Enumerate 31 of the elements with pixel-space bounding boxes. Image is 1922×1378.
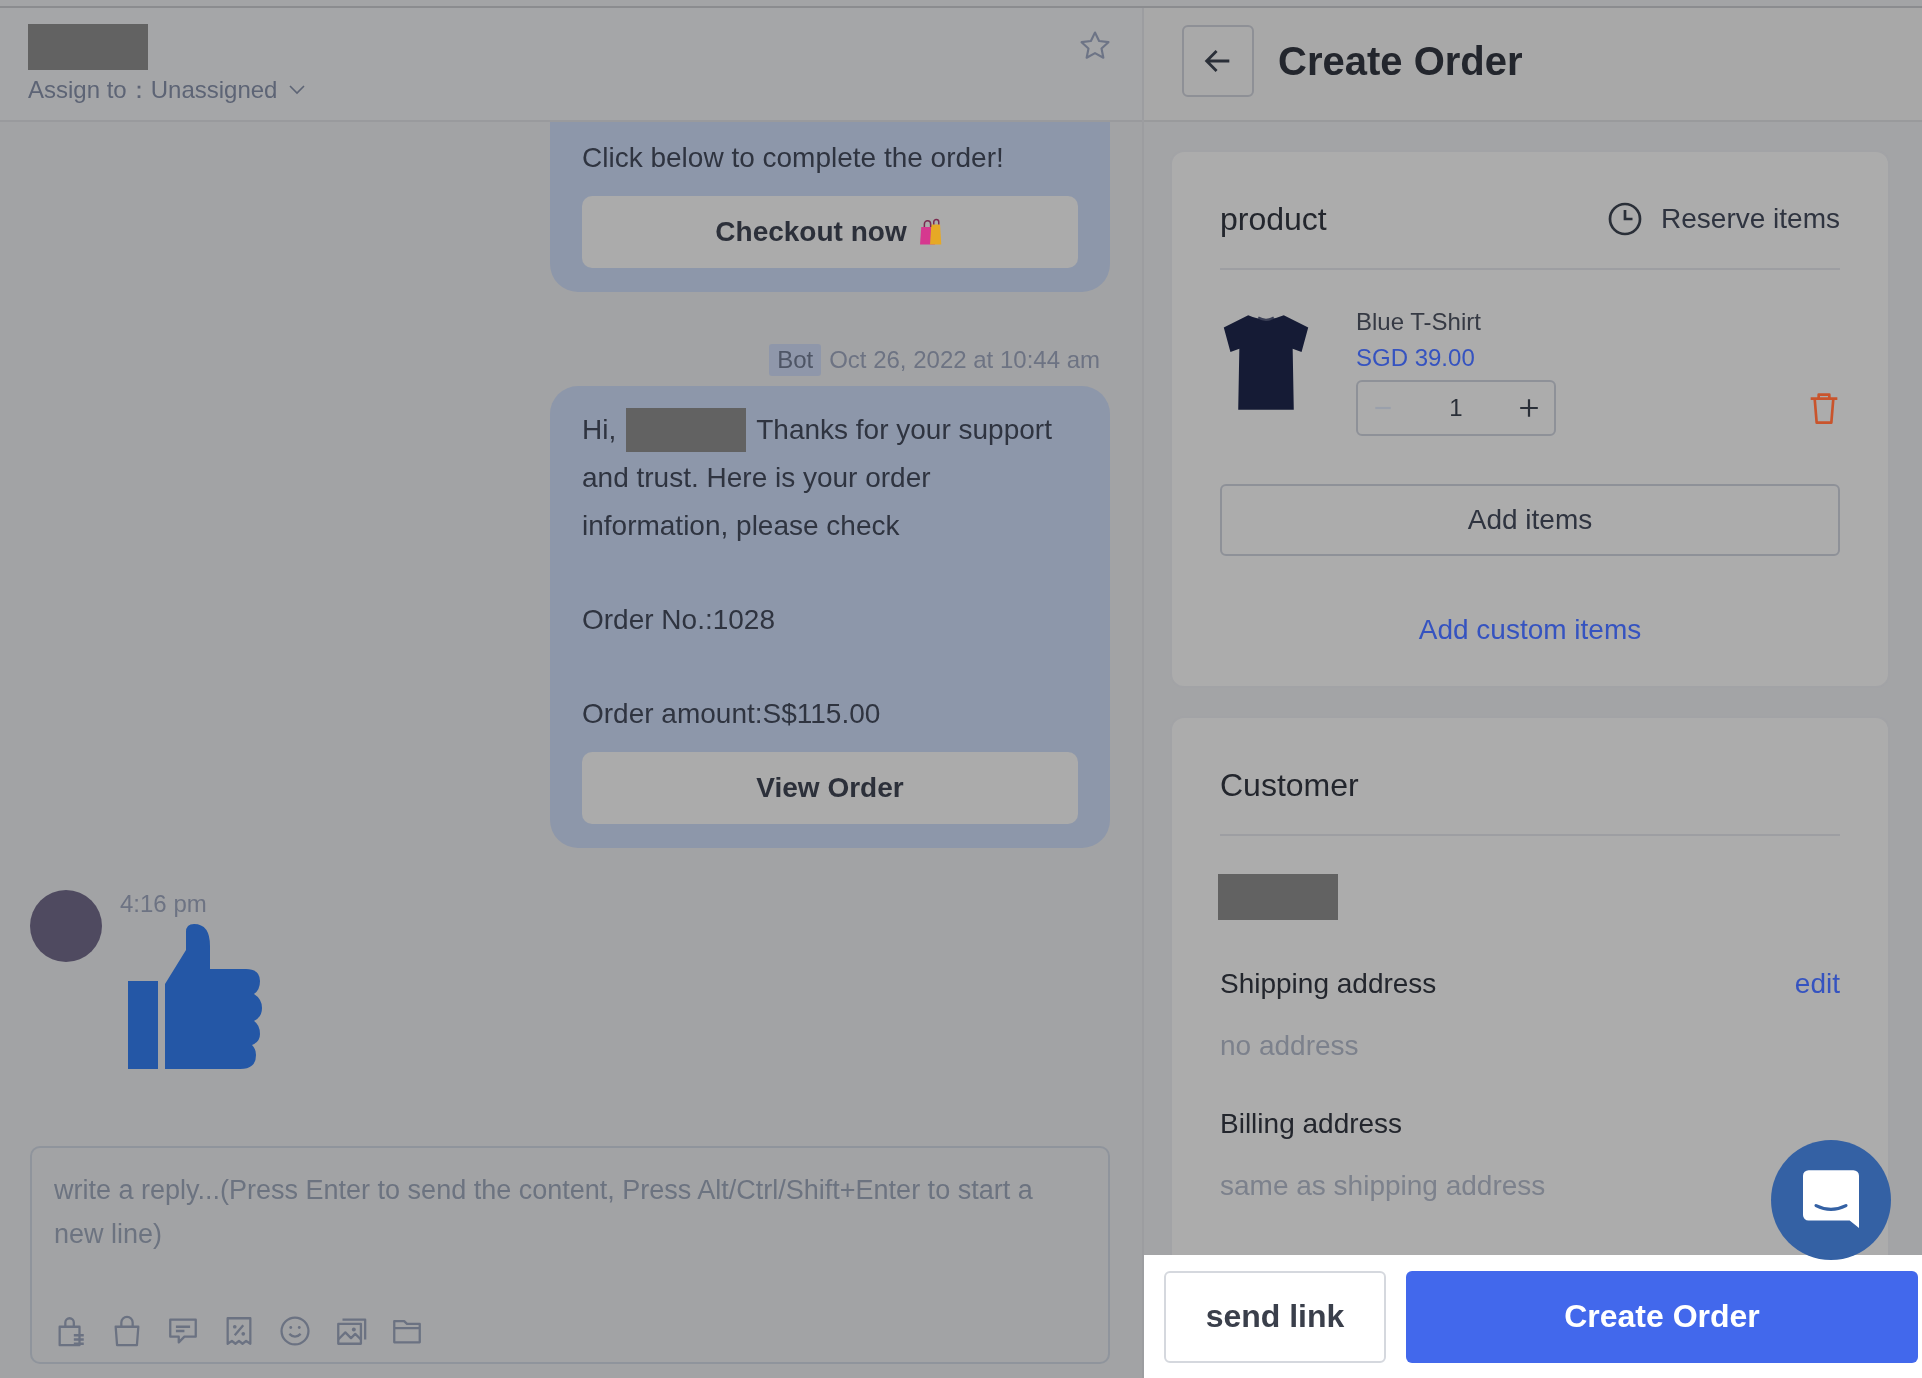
create-order-button[interactable]: Create Order (1406, 1270, 1918, 1363)
product-name: Blue T-Shirt (1356, 308, 1482, 336)
field-label: Billing address (1220, 1108, 1404, 1140)
chat-bubble-icon (1803, 1170, 1859, 1230)
message-text: Hi, (582, 413, 617, 447)
quantity-stepper[interactable]: 1 (1356, 380, 1556, 436)
plus-icon[interactable] (1518, 397, 1540, 419)
product-price: SGD 39.00 (1356, 344, 1476, 372)
send-link-button[interactable]: send link (1164, 1270, 1386, 1363)
add-items-button[interactable]: Add items (1220, 484, 1840, 556)
message-text: Order No.:1028 (582, 603, 775, 637)
message-text: Order amount:S$115.00 (582, 697, 881, 731)
message-text: Thanks for your support (756, 413, 1052, 447)
card-button[interactable]: View Order (582, 752, 1078, 824)
back-button[interactable] (1182, 25, 1254, 97)
message-text: and trust. Here is your order information, please check (582, 461, 932, 543)
field-label: Shipping address (1220, 968, 1437, 1000)
edit-link[interactable]: edit (1794, 968, 1840, 1000)
sender-tag: Bot (769, 344, 822, 376)
panel-title: Create Order (1278, 38, 1523, 84)
clock-icon (1607, 201, 1644, 237)
trash-icon[interactable] (1808, 390, 1840, 426)
emoji-icon[interactable] (278, 1314, 312, 1348)
section-title: product (1220, 200, 1327, 238)
caret-icon (289, 85, 306, 95)
quantity-value: 1 (1449, 394, 1463, 422)
reserve-items-button[interactable]: Reserve items (1607, 201, 1840, 237)
add-custom-items-link[interactable]: Add custom items (1418, 614, 1642, 646)
message-text: Click below to complete the order! (582, 141, 1004, 175)
section-title: Customer (1220, 766, 1359, 804)
card-button[interactable]: Checkout now (582, 196, 1078, 268)
